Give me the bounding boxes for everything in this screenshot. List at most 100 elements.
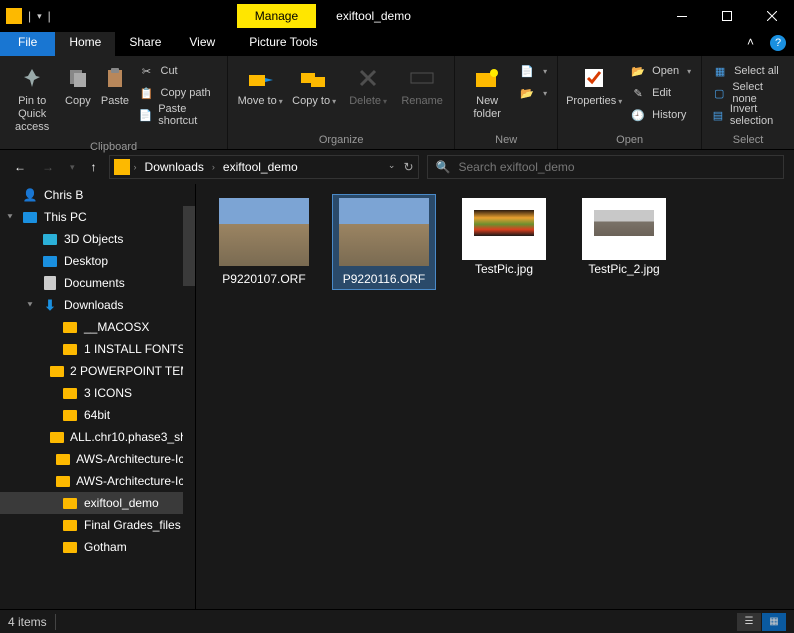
tree-folder[interactable]: exiftool_demo [0, 492, 195, 514]
select-all-button[interactable]: ▦Select all [708, 60, 788, 82]
tree-folder[interactable]: 1 INSTALL FONTS [0, 338, 195, 360]
crumb-sep-icon[interactable]: › [134, 162, 137, 172]
tab-file[interactable]: File [0, 32, 55, 56]
tree-folder[interactable]: Final Grades_files [0, 514, 195, 536]
delete-button[interactable]: Delete▾ [342, 60, 394, 112]
invert-selection-button[interactable]: ▤Invert selection [708, 104, 788, 126]
tab-share[interactable]: Share [115, 32, 175, 56]
file-item[interactable]: P9220107.ORF [212, 194, 316, 290]
navbar: ← → ▾ ↑ › Downloads › exiftool_demo ⌄ ↻ … [0, 150, 794, 184]
folder-icon [62, 539, 78, 555]
group-label: Open [564, 132, 695, 148]
view-details-button[interactable]: ☰ [737, 613, 761, 631]
tree-folder[interactable]: 2 POWERPOINT TEMP [0, 360, 195, 382]
paste-button[interactable]: Paste [97, 60, 132, 112]
ribbon-tabs: File Home Share View Picture Tools ˄ ? [0, 32, 794, 56]
tree-scrollbar[interactable] [183, 184, 195, 609]
nav-forward-icon[interactable]: → [38, 156, 58, 178]
user-icon: 👤 [22, 187, 38, 203]
paste-shortcut-button[interactable]: 📄Paste shortcut [135, 104, 222, 126]
copy-to-button[interactable]: Copy to▾ [288, 60, 340, 112]
ribbon-collapse-icon[interactable]: ˄ [739, 32, 762, 56]
nav-tree: 👤Chris B ⯆This PC 3D ObjectsDesktop Docum… [0, 184, 196, 609]
tree-this-pc[interactable]: ⯆This PC [0, 206, 195, 228]
new-folder-button[interactable]: New folder [461, 60, 513, 125]
shortcut-icon: 📄 [139, 107, 153, 123]
file-list[interactable]: P9220107.ORFP9220116.ORF TestPic.jpg TestP… [196, 184, 794, 609]
tree-folder[interactable]: ALL.chr10.phase3_sha [0, 426, 195, 448]
edit-button[interactable]: ✎Edit [626, 82, 695, 104]
group-label: Organize [234, 132, 448, 148]
nav-recent-icon[interactable]: ▾ [66, 158, 79, 177]
history-button[interactable]: 🕘History [626, 104, 695, 126]
open-icon: 📂 [630, 63, 646, 79]
properties-button[interactable]: Properties▾ [564, 60, 624, 112]
ribbon-group-select: ▦Select all ▢Select none ▤Invert selecti… [702, 56, 794, 149]
copy-path-button[interactable]: 📋Copy path [135, 82, 222, 104]
item-icon: ⬇ [42, 297, 58, 313]
tree-item[interactable]: 3D Objects [0, 228, 195, 250]
qat-dropdown-icon[interactable]: ▾ [37, 11, 42, 22]
easy-access-button[interactable]: 📂▾ [515, 82, 551, 104]
contextual-tab-manage[interactable]: Manage [237, 4, 316, 28]
minimize-button[interactable] [659, 0, 704, 32]
search-input[interactable]: 🔍 Search exiftool_demo [427, 155, 784, 179]
tree-user[interactable]: 👤Chris B [0, 184, 195, 206]
item-icon [42, 275, 58, 291]
tree-folder[interactable]: AWS-Architecture-Ico [0, 448, 195, 470]
crumb-current[interactable]: exiftool_demo [219, 160, 302, 174]
tree-folder[interactable]: 3 ICONS [0, 382, 195, 404]
copy-button[interactable]: Copy [60, 60, 95, 112]
address-bar[interactable]: › Downloads › exiftool_demo ⌄ ↻ [109, 155, 419, 179]
crumb-sep-icon[interactable]: › [212, 162, 215, 172]
tab-picture-tools[interactable]: Picture Tools [235, 32, 331, 56]
tree-item[interactable]: Documents [0, 272, 195, 294]
pin-quick-access-button[interactable]: Pin to Quick access [6, 60, 58, 139]
delete-icon [354, 64, 382, 92]
tree-folder-label: 1 INSTALL FONTS [84, 342, 185, 356]
file-item[interactable]: TestPic_2.jpg [572, 194, 676, 280]
tree-folder[interactable]: __MACOSX [0, 316, 195, 338]
move-icon [246, 64, 274, 92]
tab-home[interactable]: Home [55, 32, 115, 56]
scrollbar-thumb[interactable] [183, 206, 195, 286]
folder-icon [62, 517, 78, 533]
file-item[interactable]: P9220116.ORF [332, 194, 436, 290]
properties-icon [580, 64, 608, 92]
address-drop-icon[interactable]: ⌄ [388, 160, 396, 174]
ribbon-group-clipboard: Pin to Quick access Copy Paste ✂Cut 📋Cop… [0, 56, 228, 149]
rename-button[interactable]: Rename [396, 60, 448, 112]
nav-up-icon[interactable]: ↑ [87, 156, 101, 178]
thumbnail [462, 198, 546, 260]
tree-folder-label: AWS-Architecture-Ico [76, 474, 191, 488]
move-to-button[interactable]: Move to▾ [234, 60, 286, 112]
cut-button[interactable]: ✂Cut [135, 60, 222, 82]
new-item-button[interactable]: 📄▾ [515, 60, 551, 82]
view-thumbnails-button[interactable]: ▦ [762, 613, 786, 631]
tree-item-label: Downloads [64, 298, 123, 312]
invert-icon: ▤ [712, 107, 724, 123]
file-item[interactable]: TestPic.jpg [452, 194, 556, 280]
open-button[interactable]: 📂Open▾ [626, 60, 695, 82]
tree-folder-label: exiftool_demo [84, 496, 159, 510]
help-icon[interactable]: ? [770, 35, 786, 51]
select-none-button[interactable]: ▢Select none [708, 82, 788, 104]
tree-folder[interactable]: 64bit [0, 404, 195, 426]
crumb-downloads[interactable]: Downloads [141, 160, 208, 174]
tree-folder-label: 2 POWERPOINT TEMP [70, 364, 195, 378]
tree-item-label: Documents [64, 276, 125, 290]
tree-folder[interactable]: Gotham [0, 536, 195, 558]
item-icon [42, 231, 58, 247]
selectnone-icon: ▢ [712, 85, 726, 101]
nav-back-icon[interactable]: ← [10, 156, 30, 178]
tree-item[interactable]: Desktop [0, 250, 195, 272]
tab-view[interactable]: View [175, 32, 229, 56]
tree-folder[interactable]: AWS-Architecture-Ico [0, 470, 195, 492]
file-name: TestPic.jpg [475, 262, 533, 276]
easy-access-icon: 📂 [519, 85, 535, 101]
thumbnail [582, 198, 666, 260]
tree-item[interactable]: ⯆⬇Downloads [0, 294, 195, 316]
close-button[interactable] [749, 0, 794, 32]
maximize-button[interactable] [704, 0, 749, 32]
refresh-icon[interactable]: ↻ [403, 160, 413, 174]
